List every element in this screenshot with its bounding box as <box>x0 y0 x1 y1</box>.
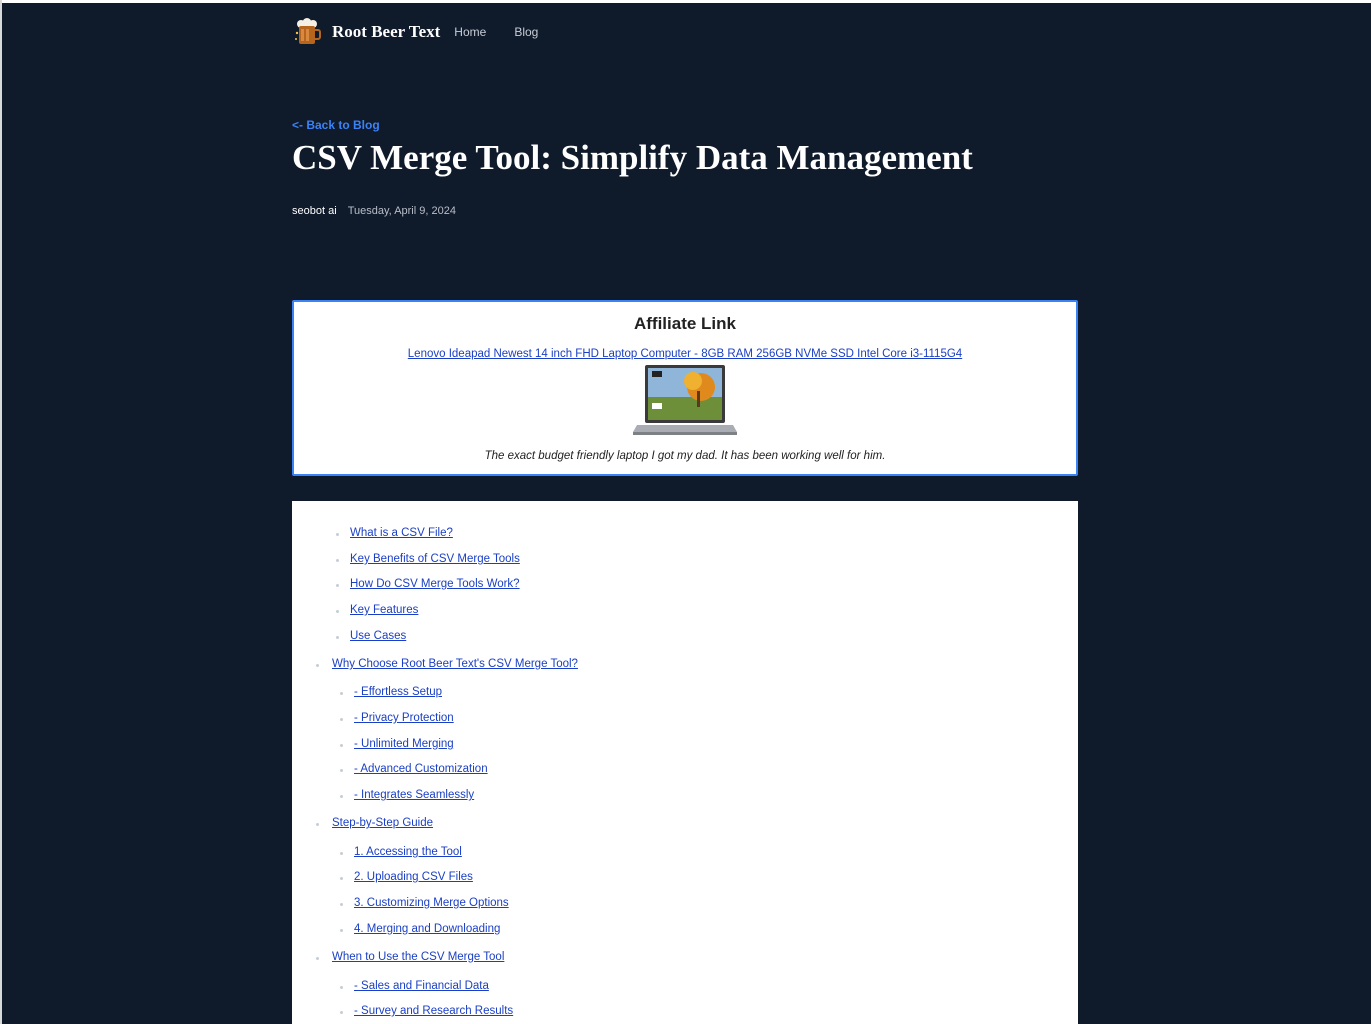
affiliate-caption: The exact budget friendly laptop I got m… <box>484 450 886 462</box>
toc-link[interactable]: What is a CSV File? <box>350 527 453 539</box>
toc-bullet <box>316 957 319 960</box>
toc-item: - Advanced Customization <box>340 763 488 775</box>
toc-bullet <box>340 744 343 747</box>
toc-link[interactable]: Step-by-Step Guide <box>332 817 433 829</box>
toc-item: 2. Uploading CSV Files <box>340 871 473 883</box>
toc-link[interactable]: 3. Customizing Merge Options <box>354 897 509 909</box>
toc-link[interactable]: 4. Merging and Downloading <box>354 923 500 935</box>
window-left-edge <box>0 0 2 1024</box>
toc-item: Why Choose Root Beer Text's CSV Merge To… <box>316 658 578 670</box>
toc-item: How Do CSV Merge Tools Work? <box>336 578 520 590</box>
toc-bullet <box>336 584 339 587</box>
toc-link[interactable]: When to Use the CSV Merge Tool <box>332 951 504 963</box>
toc-bullet <box>340 1011 343 1014</box>
toc-item: When to Use the CSV Merge Tool <box>316 951 504 963</box>
post-date: Tuesday, April 9, 2024 <box>347 205 456 217</box>
toc-item: - Integrates Seamlessly <box>340 789 474 801</box>
toc-bullet <box>340 877 343 880</box>
toc-item: - Effortless Setup <box>340 686 442 698</box>
table-of-contents: What is a CSV File? Key Benefits of CSV M… <box>292 501 1078 1024</box>
nav-home-link[interactable]: Home <box>454 25 486 39</box>
toc-bullet <box>316 823 319 826</box>
laptop-image[interactable] <box>631 363 739 439</box>
toc-bullet <box>336 610 339 613</box>
toc-item: - Sales and Financial Data <box>340 980 489 992</box>
toc-item: Key Features <box>336 604 418 616</box>
brand-link[interactable]: Root Beer Text <box>332 22 440 42</box>
toc-link[interactable]: - Sales and Financial Data <box>354 980 489 992</box>
toc-bullet <box>340 903 343 906</box>
toc-bullet <box>340 986 343 989</box>
affiliate-heading: Affiliate Link <box>633 314 736 333</box>
toc-link[interactable]: - Survey and Research Results <box>354 1005 513 1017</box>
toc-item: 3. Customizing Merge Options <box>340 897 509 909</box>
post-author: seobot ai <box>292 205 337 217</box>
toc-bullet <box>340 852 343 855</box>
toc-item: 1. Accessing the Tool <box>340 846 462 858</box>
toc-bullet <box>336 533 339 536</box>
toc-link[interactable]: How Do CSV Merge Tools Work? <box>350 578 520 590</box>
toc-item: 4. Merging and Downloading <box>340 923 500 935</box>
toc-bullet <box>340 769 343 772</box>
toc-item: Key Benefits of CSV Merge Tools <box>336 553 520 565</box>
toc-link[interactable]: Use Cases <box>350 630 406 642</box>
toc-link[interactable]: Key Benefits of CSV Merge Tools <box>350 553 520 565</box>
toc-link[interactable]: Why Choose Root Beer Text's CSV Merge To… <box>332 658 578 670</box>
toc-item: - Survey and Research Results <box>340 1005 513 1017</box>
toc-item: What is a CSV File? <box>336 527 453 539</box>
toc-item: Use Cases <box>336 630 406 642</box>
toc-link[interactable]: - Unlimited Merging <box>354 738 454 750</box>
affiliate-product-link[interactable]: Lenovo Ideapad Newest 14 inch FHD Laptop… <box>294 348 1076 360</box>
toc-link[interactable]: - Integrates Seamlessly <box>354 789 474 801</box>
toc-item: - Privacy Protection <box>340 712 454 724</box>
toc-link[interactable]: - Advanced Customization <box>354 763 488 775</box>
toc-link[interactable]: - Effortless Setup <box>354 686 442 698</box>
page-title: CSV Merge Tool: Simplify Data Management <box>292 138 973 177</box>
nav-blog-link[interactable]: Blog <box>514 25 538 39</box>
toc-link[interactable]: - Privacy Protection <box>354 712 454 724</box>
toc-bullet <box>336 636 339 639</box>
toc-item: - Unlimited Merging <box>340 738 454 750</box>
post-meta: seobot ai Tuesday, April 9, 2024 <box>292 205 456 217</box>
top-navigation: Root Beer Text Home Blog <box>292 17 538 47</box>
toc-bullet <box>340 718 343 721</box>
toc-bullet <box>336 559 339 562</box>
toc-item: Step-by-Step Guide <box>316 817 433 829</box>
toc-link[interactable]: 1. Accessing the Tool <box>354 846 462 858</box>
toc-link[interactable]: Key Features <box>350 604 418 616</box>
toc-bullet <box>316 664 319 667</box>
window-top-edge <box>0 0 1371 3</box>
toc-bullet <box>340 795 343 798</box>
affiliate-box: Affiliate Link Lenovo Ideapad Newest 14 … <box>292 300 1078 476</box>
root-beer-mug-icon[interactable] <box>292 17 322 47</box>
back-to-blog-link[interactable]: <- Back to Blog <box>292 118 380 132</box>
toc-bullet <box>340 929 343 932</box>
toc-bullet <box>340 692 343 695</box>
toc-link[interactable]: 2. Uploading CSV Files <box>354 871 473 883</box>
